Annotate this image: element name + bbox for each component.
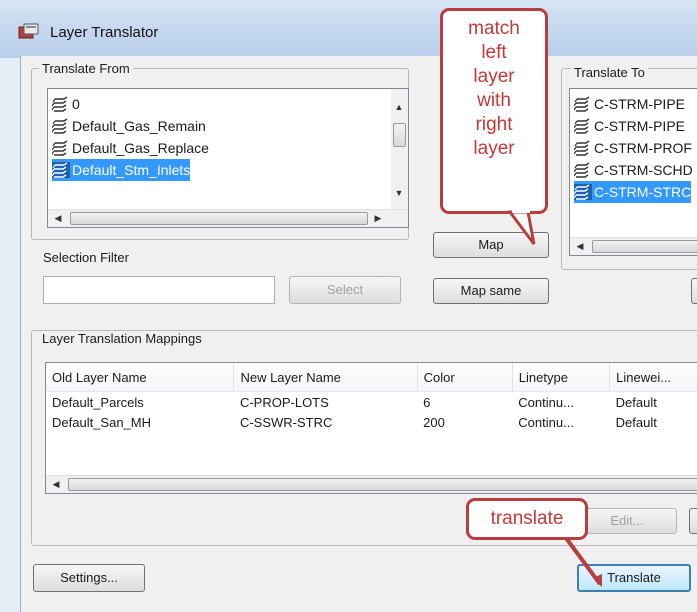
layer-stack-icon bbox=[52, 96, 68, 112]
table-row[interactable]: Default_Parcels C-PROP-LOTS 6 Continu... Def… bbox=[46, 392, 697, 413]
table-cell: Default_Parcels bbox=[52, 394, 144, 410]
translate-from-item-label: Default_Gas_Replace bbox=[72, 140, 209, 156]
selection-filter-label: Selection Filter bbox=[43, 250, 129, 265]
layer-stack-icon bbox=[574, 184, 592, 200]
layer-stack-icon bbox=[52, 162, 70, 178]
scroll-up-icon[interactable]: ▲ bbox=[391, 99, 407, 115]
translate-from-item[interactable]: Default_Stm_Inlets bbox=[52, 159, 191, 181]
translate-from-item-label: Default_Stm_Inlets bbox=[72, 162, 191, 178]
layer-stack-icon bbox=[574, 140, 590, 156]
scroll-left-icon[interactable]: ◀ bbox=[572, 238, 588, 254]
scroll-left-icon[interactable]: ◀ bbox=[48, 476, 64, 492]
layer-stack-icon bbox=[574, 96, 590, 112]
layer-translator-window: Layer Translator Translate From 0 Default… bbox=[0, 0, 697, 612]
map-callout-pointer bbox=[507, 208, 536, 245]
callout-line: right bbox=[475, 114, 513, 135]
partial-button-right[interactable] bbox=[691, 278, 697, 304]
table-cell: Default bbox=[615, 394, 657, 410]
column-header[interactable]: New Layer Name bbox=[233, 363, 418, 392]
scroll-thumb[interactable] bbox=[393, 123, 406, 147]
dialog-body: Translate From 0 Default_Gas_Remain Defaul… bbox=[20, 56, 697, 612]
callout-line: layer bbox=[473, 138, 515, 159]
translate-to-label: Translate To bbox=[571, 65, 648, 80]
translate-from-item[interactable]: Default_Gas_Remain bbox=[52, 115, 206, 137]
translate-callout-pointer bbox=[564, 536, 602, 587]
translate-to-item-label: C-STRM-PIPE bbox=[594, 118, 685, 134]
scroll-left-icon[interactable]: ◀ bbox=[50, 210, 66, 226]
table-cell: C-PROP-LOTS bbox=[239, 394, 329, 410]
hscroll-thumb[interactable] bbox=[70, 212, 368, 225]
mappings-hscroll[interactable]: ◀ bbox=[46, 475, 697, 493]
layer-stack-icon bbox=[52, 118, 68, 134]
mappings-label: Layer Translation Mappings bbox=[39, 331, 205, 346]
hscroll-thumb[interactable] bbox=[592, 240, 697, 253]
translate-to-hscroll[interactable]: ◀ bbox=[570, 237, 697, 255]
table-cell: Continu... bbox=[518, 414, 574, 430]
translate-to-item-label: C-STRM-SCHD bbox=[594, 162, 693, 178]
translate-from-label: Translate From bbox=[39, 61, 133, 76]
edit-button[interactable]: Edit... bbox=[577, 508, 677, 534]
mappings-table-box[interactable]: Old Layer Name New Layer Name Color Linetyp… bbox=[45, 362, 697, 494]
app-icon bbox=[18, 22, 40, 40]
scroll-right-icon[interactable]: ▶ bbox=[370, 210, 386, 226]
layer-stack-icon bbox=[52, 140, 68, 156]
translate-from-item-label: Default_Gas_Remain bbox=[72, 118, 206, 134]
selection-filter-input[interactable] bbox=[43, 276, 275, 304]
column-header[interactable]: Linetype bbox=[512, 363, 611, 392]
window-title: Layer Translator bbox=[50, 24, 159, 41]
table-cell: C-SSWR-STRC bbox=[239, 414, 333, 430]
map-callout: match left layer with right layer bbox=[440, 8, 548, 214]
translate-to-item-label: C-STRM-STRC bbox=[594, 184, 692, 200]
table-cell: 200 bbox=[423, 414, 445, 430]
translate-from-list[interactable]: 0 Default_Gas_Remain Default_Gas_Replace De… bbox=[47, 88, 409, 228]
callout-line: with bbox=[477, 90, 511, 111]
callout-line: layer bbox=[473, 66, 515, 87]
translate-to-item[interactable]: C-STRM-PIPE bbox=[574, 93, 685, 115]
table-cell: Default bbox=[615, 414, 657, 430]
translate-from-vscroll[interactable]: ▲ ▼ bbox=[391, 89, 408, 210]
scroll-down-icon[interactable]: ▼ bbox=[391, 185, 407, 201]
settings-button[interactable]: Settings... bbox=[33, 564, 145, 592]
translate-from-item-label: 0 bbox=[72, 96, 80, 112]
table-cell: Default_San_MH bbox=[52, 414, 151, 430]
column-header[interactable]: Color bbox=[417, 363, 513, 392]
translate-from-item[interactable]: Default_Gas_Replace bbox=[52, 137, 209, 159]
table-row[interactable]: Default_San_MH C-SSWR-STRC 200 Continu... De… bbox=[46, 412, 697, 432]
select-button[interactable]: Select bbox=[289, 276, 401, 304]
mappings-header-row: Old Layer Name New Layer Name Color Linetyp… bbox=[46, 363, 697, 392]
translate-to-item[interactable]: C-STRM-PROF bbox=[574, 137, 692, 159]
table-cell: Continu... bbox=[518, 394, 574, 410]
map-same-button[interactable]: Map same bbox=[433, 278, 549, 304]
column-header[interactable]: Linewei... bbox=[609, 363, 697, 392]
column-header[interactable]: Old Layer Name bbox=[46, 363, 235, 392]
translate-to-item-label: C-STRM-PIPE bbox=[594, 96, 685, 112]
table-cell: 6 bbox=[423, 394, 431, 410]
translate-to-item[interactable]: C-STRM-SCHD bbox=[574, 159, 693, 181]
mappings-table: Old Layer Name New Layer Name Color Linetyp… bbox=[46, 363, 697, 432]
layer-stack-icon bbox=[574, 118, 590, 134]
translate-to-list[interactable]: C-STRM-PIPE C-STRM-PIPE C-STRM-PROF C-STRM-… bbox=[569, 88, 697, 256]
hscroll-thumb[interactable] bbox=[68, 478, 697, 491]
translate-to-item[interactable]: C-STRM-PIPE bbox=[574, 115, 685, 137]
callout-line: left bbox=[481, 42, 507, 63]
translate-to-item[interactable]: C-STRM-STRC bbox=[574, 181, 692, 203]
callout-line: match bbox=[468, 18, 520, 39]
partial-button-bottom-right[interactable] bbox=[689, 508, 697, 534]
translate-from-item[interactable]: 0 bbox=[52, 93, 80, 115]
translate-callout: translate bbox=[466, 498, 588, 540]
layer-stack-icon bbox=[574, 162, 590, 178]
translate-from-hscroll[interactable]: ◀ ▶ bbox=[48, 209, 408, 227]
title-bar[interactable]: Layer Translator bbox=[0, 0, 697, 58]
translate-to-item-label: C-STRM-PROF bbox=[594, 140, 692, 156]
